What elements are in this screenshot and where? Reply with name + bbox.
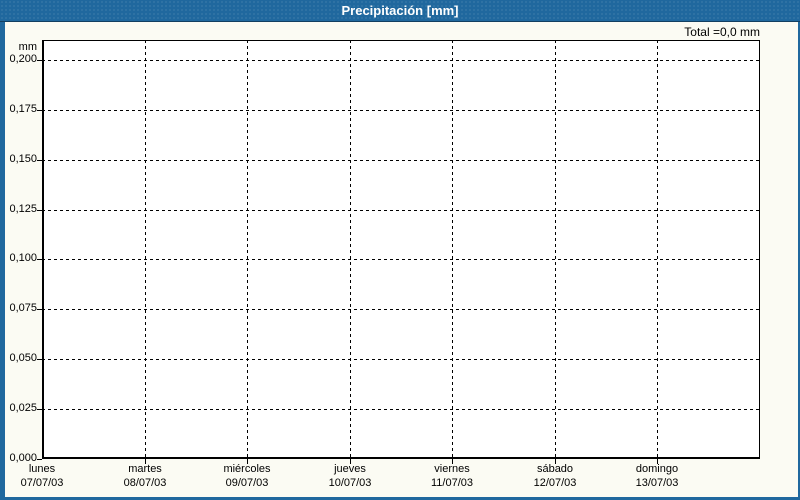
x-day-label: domingo bbox=[635, 463, 679, 475]
horizontal-gridline bbox=[42, 210, 760, 211]
y-tick-label: 0,100 bbox=[9, 252, 37, 264]
y-axis-tick bbox=[37, 359, 42, 360]
x-date-label: 09/07/03 bbox=[225, 477, 269, 489]
vertical-gridline bbox=[350, 40, 351, 459]
y-axis-tick bbox=[37, 259, 42, 260]
y-axis-tick bbox=[37, 309, 42, 310]
vertical-gridline bbox=[247, 40, 248, 459]
vertical-gridline bbox=[555, 40, 556, 459]
x-axis-label: miércoles 09/07/03 bbox=[187, 462, 307, 490]
horizontal-gridline bbox=[42, 259, 760, 260]
vertical-gridline bbox=[657, 40, 658, 459]
y-axis-unit-label: mm bbox=[18, 41, 37, 53]
y-tick-label: 0,200 bbox=[9, 53, 37, 65]
y-axis-tick bbox=[37, 110, 42, 111]
window-border-left bbox=[0, 0, 5, 500]
horizontal-gridline bbox=[42, 309, 760, 310]
plot-border-top bbox=[42, 40, 760, 41]
y-axis-tick bbox=[37, 60, 42, 61]
total-label: Total =0,0 mm bbox=[684, 25, 760, 39]
y-tick-label: 0,175 bbox=[9, 103, 37, 115]
y-axis-tick bbox=[37, 210, 42, 211]
y-tick-label: 0,050 bbox=[9, 352, 37, 364]
horizontal-gridline bbox=[42, 160, 760, 161]
x-axis-line bbox=[42, 457, 760, 459]
y-axis-tick bbox=[37, 160, 42, 161]
y-tick-label: 0,075 bbox=[9, 302, 37, 314]
x-day-label: miércoles bbox=[223, 463, 271, 475]
chart-window: { "colors": { "titlebar_blue": "#20689E"… bbox=[0, 0, 800, 500]
y-axis-line bbox=[42, 40, 44, 459]
chart-title: Precipitación [mm] bbox=[341, 3, 459, 18]
y-tick-label: 0,150 bbox=[9, 153, 37, 165]
plot-area bbox=[37, 40, 760, 464]
horizontal-gridline bbox=[42, 110, 760, 111]
vertical-gridline bbox=[452, 40, 453, 459]
y-axis-tick bbox=[37, 409, 42, 410]
x-date-label: 11/07/03 bbox=[430, 477, 473, 489]
x-date-label: 13/07/03 bbox=[635, 477, 679, 489]
chart-title-bar: Precipitación [mm] bbox=[0, 0, 800, 22]
y-tick-label: 0,125 bbox=[9, 203, 37, 215]
y-tick-label: 0,025 bbox=[9, 402, 37, 414]
x-day-label: viernes bbox=[434, 463, 470, 475]
horizontal-gridline bbox=[42, 409, 760, 410]
plot-border-right bbox=[759, 40, 760, 459]
y-axis-tick bbox=[37, 459, 42, 460]
x-axis-label: viernes 11/07/03 bbox=[392, 462, 512, 490]
vertical-gridline bbox=[145, 40, 146, 459]
horizontal-gridline bbox=[42, 60, 760, 61]
horizontal-gridline bbox=[42, 359, 760, 360]
x-axis-label: domingo 13/07/03 bbox=[597, 462, 717, 490]
